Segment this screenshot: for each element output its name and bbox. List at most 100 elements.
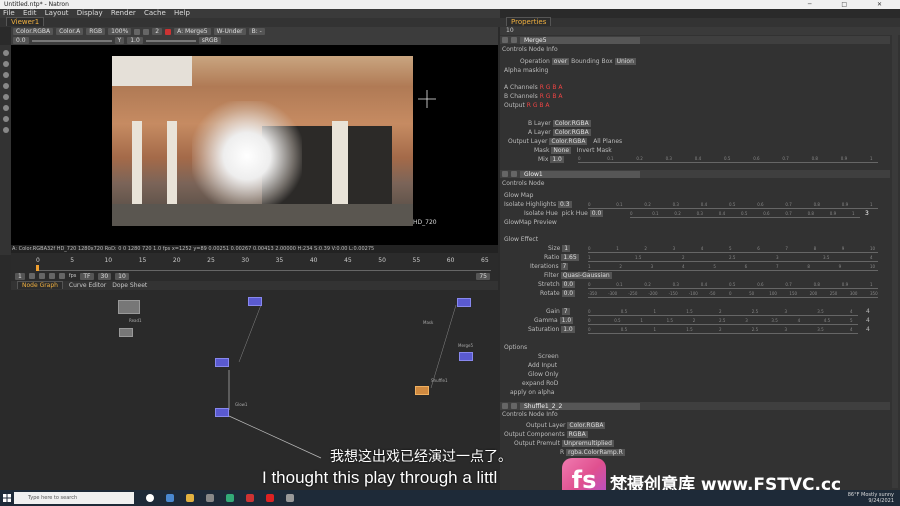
tab-node-graph[interactable]: Node Graph (17, 281, 63, 289)
menu-display[interactable]: Display (77, 9, 103, 17)
size-slider[interactable]: 0 1 2 3 4 5 6 7 8 9 10 (588, 246, 878, 253)
record-icon[interactable] (165, 28, 172, 35)
first-frame-icon[interactable] (28, 273, 35, 279)
clock-date[interactable]: 9/24/2021 (848, 498, 894, 504)
hue-slider[interactable]: 0 0.1 0.2 0.3 0.4 0.5 0.6 0.7 0.8 0.9 1 (630, 211, 860, 218)
alpha-masking-checkbox[interactable]: Alpha masking (504, 67, 548, 74)
windows-start-icon[interactable] (0, 490, 14, 506)
a-channels-toggles[interactable]: R G B A (540, 84, 563, 91)
gamma-toggle[interactable]: Y (114, 37, 125, 44)
ratio-value[interactable]: 1.65 (561, 254, 579, 261)
turbo-toggle[interactable]: TF (80, 272, 94, 280)
colorspace-dropdown[interactable]: sRGB (198, 37, 221, 44)
output-premult-dropdown[interactable]: Unpremultiplied (561, 440, 614, 447)
isolate-value[interactable]: 0.3 (558, 201, 572, 208)
edge-icon[interactable] (166, 494, 174, 502)
node-input[interactable] (457, 298, 471, 307)
operation-dropdown[interactable]: over (551, 58, 570, 65)
output-layer-dropdown[interactable]: Color.RGBA (549, 138, 588, 145)
pan-tool-icon[interactable] (2, 61, 9, 67)
window-controls[interactable]: ─ □ ✕ (808, 0, 896, 9)
gamma-side-value[interactable]: 4 (866, 317, 870, 324)
zoom-tool-icon[interactable] (2, 72, 9, 78)
menu-layout[interactable]: Layout (45, 9, 69, 17)
slider-track[interactable] (588, 297, 878, 298)
node-color-icon[interactable] (511, 171, 517, 177)
shuffle-output-layer-dropdown[interactable]: Color.RGBA (567, 422, 606, 429)
glow1-name[interactable]: Glow1 (520, 170, 640, 178)
isolate-slider[interactable]: 0 0.1 0.2 0.3 0.4 0.5 0.6 0.7 0.8 0.9 1 (588, 202, 878, 209)
stretch-slider[interactable]: 0 0.1 0.2 0.3 0.4 0.5 0.6 0.7 0.8 0.9 1 (588, 282, 878, 289)
menu-render[interactable]: Render (111, 9, 136, 17)
overlay-icon[interactable] (2, 116, 9, 122)
node-color-icon[interactable] (511, 403, 517, 409)
glow-only-checkbox[interactable]: Glow Only (528, 371, 559, 378)
alpha-channel-dropdown[interactable]: Color.A (56, 28, 84, 35)
hue-side-value[interactable]: 3 (865, 210, 869, 217)
store-icon[interactable] (206, 494, 214, 502)
shuffle-tabs[interactable]: Controls Node Info (502, 411, 558, 418)
color-picker-icon[interactable] (2, 83, 9, 89)
layer-dropdown[interactable]: Color.RGBA (13, 28, 54, 35)
input-b-dropdown[interactable]: B: - (248, 28, 265, 35)
zoom-dropdown[interactable]: 100% (108, 28, 132, 35)
slider-track[interactable] (588, 270, 878, 271)
shuffle-name[interactable]: Shuffle1_2_2 (520, 402, 640, 410)
merge5-tabs[interactable]: Controls Node Info (502, 46, 558, 53)
properties-scrollbar[interactable] (892, 28, 898, 488)
merge5-name[interactable]: Merge5 (520, 36, 640, 44)
slider-track[interactable] (588, 252, 878, 253)
info-icon[interactable] (2, 127, 9, 133)
stretch-value[interactable]: 0.0 (561, 281, 576, 288)
output-components-dropdown[interactable]: RGBA (566, 431, 588, 438)
proxy-icon[interactable] (143, 28, 150, 35)
slider-track[interactable] (588, 315, 858, 316)
all-planes-checkbox[interactable]: All Planes (593, 138, 622, 145)
roi-icon[interactable] (2, 94, 9, 100)
glow1-tabs[interactable]: Controls Node (502, 180, 544, 187)
media-icon[interactable] (266, 494, 274, 502)
fps-value[interactable]: 30 (97, 272, 112, 280)
properties-count[interactable]: 10 (500, 27, 900, 35)
tab-viewer1[interactable]: Viewer1 (6, 17, 45, 26)
gamma-value[interactable]: 1.0 (127, 37, 143, 44)
glowmap-preview-checkbox[interactable]: GlowMap Preview (504, 219, 557, 226)
a-layer-dropdown[interactable]: Color.RGBA (552, 129, 591, 136)
slider-track[interactable] (630, 217, 860, 218)
collapse-icon[interactable] (502, 37, 508, 43)
filter-dropdown[interactable]: Quasi-Gaussian (560, 272, 612, 279)
expand-rod-checkbox[interactable]: expand RoD (522, 380, 558, 387)
proxy-level[interactable]: 2 (152, 28, 163, 35)
size-value[interactable]: 1 (562, 245, 571, 252)
end-frame[interactable]: 75 (476, 272, 490, 280)
mix-slider[interactable]: 0 0.1 0.2 0.3 0.4 0.5 0.6 0.7 0.8 0.9 1 (578, 156, 878, 163)
timeline[interactable]: 0 5 10 15 20 25 30 35 40 45 50 55 60 65 1 fps TF 30 1… (11, 253, 498, 281)
bbox-dropdown[interactable]: Union (614, 58, 636, 65)
task-view-icon[interactable] (146, 494, 154, 502)
ratio-slider[interactable]: 1 1.5 2 2.5 3 3.5 4 (588, 255, 878, 262)
slider-track[interactable] (578, 162, 878, 163)
node-color-icon[interactable] (511, 37, 517, 43)
slider-track[interactable] (588, 261, 878, 262)
slider-track[interactable] (588, 288, 878, 289)
wipe-icon[interactable] (2, 105, 9, 111)
select-tool-icon[interactable] (2, 50, 9, 56)
gamma-slider[interactable] (145, 39, 196, 42)
menu-cache[interactable]: Cache (144, 9, 166, 17)
slider-track[interactable] (588, 333, 858, 334)
pick-hue-value[interactable]: 0.0 (589, 210, 604, 217)
natron-icon[interactable] (286, 494, 294, 502)
prev-frame-icon[interactable] (38, 273, 45, 279)
node-read-thumb[interactable] (119, 328, 133, 337)
tab-properties[interactable]: Properties (506, 17, 552, 26)
gamma-value[interactable]: 1.0 (559, 317, 574, 324)
display-channels-dropdown[interactable]: RGB (86, 28, 106, 35)
menu-help[interactable]: Help (174, 9, 190, 17)
invert-mask-checkbox[interactable]: Invert Mask (577, 147, 612, 154)
gain-value[interactable]: 7 (561, 308, 570, 315)
clip-icon[interactable] (134, 28, 141, 35)
saturation-value[interactable]: 1.0 (561, 326, 575, 333)
slider-track[interactable] (588, 208, 878, 209)
saturation-side-value[interactable]: 4 (866, 326, 870, 333)
tab-dope-sheet[interactable]: Dope Sheet (112, 282, 147, 289)
